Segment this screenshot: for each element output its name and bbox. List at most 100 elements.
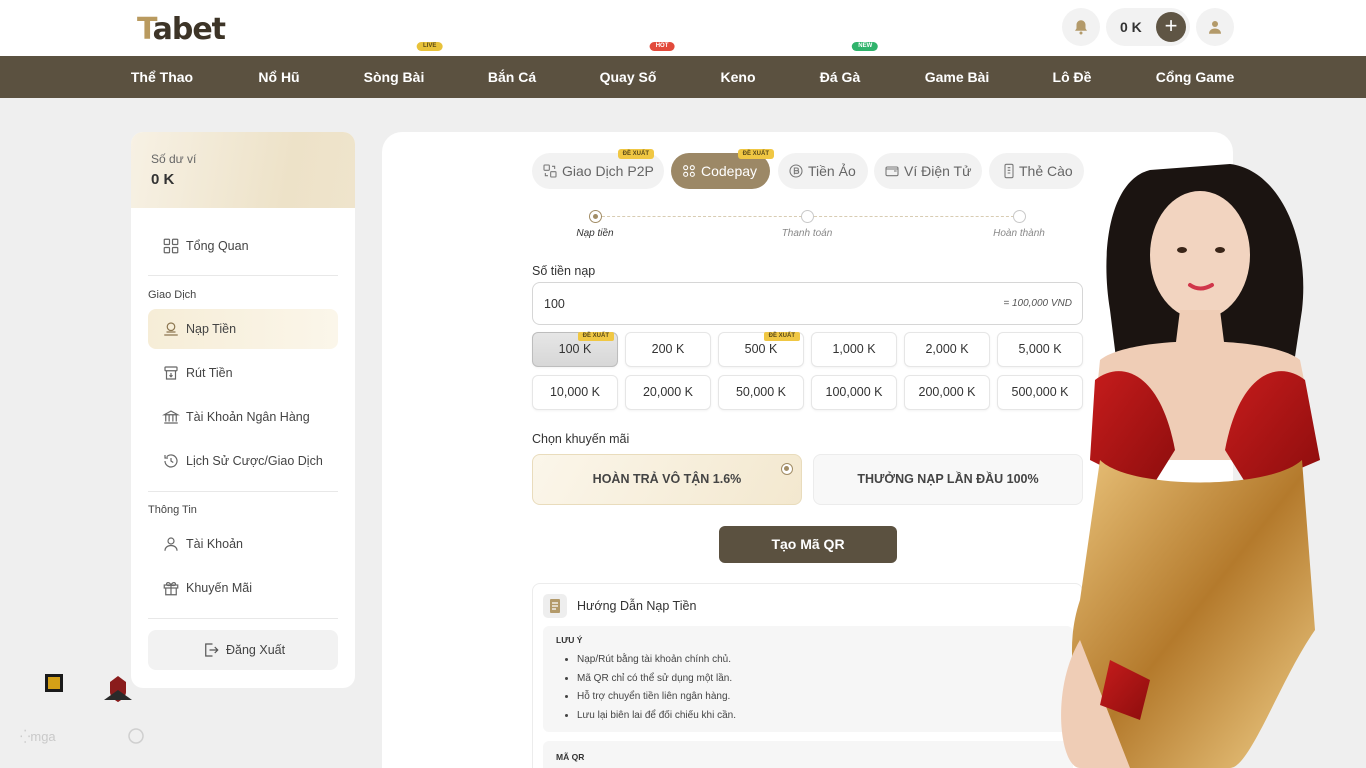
amount-chip[interactable]: 2,000 K [904,332,990,367]
divider [148,491,338,492]
main-nav: Thể Thao Nổ Hũ Sòng Bài LIVE Bắn Cá Quay … [0,42,1366,98]
sidebar-item-withdraw[interactable]: Rút Tiền [148,353,338,393]
nav-item-fishing[interactable]: Bắn Cá [488,56,536,98]
section-label-info: Thông Tin [148,504,197,516]
deposit-guide: Hướng Dẫn Nạp Tiền LƯU Ý Nạp/Rút bằng tà… [532,583,1083,768]
document-icon [543,594,567,618]
section-label-transactions: Giao Dịch [148,289,197,301]
amount-chip[interactable]: 1,000 K [811,332,897,367]
amount-value: 100 [544,297,565,311]
note-item: Nạp/Rút bằng tài khoản chính chủ. [577,654,736,673]
logout-icon [205,643,219,657]
wallet-balance-value: 0 K [151,171,175,188]
amount-label: Số tiền nạp [532,264,596,278]
amount-chip[interactable]: 20,000 K [625,375,711,410]
sidebar-item-promotions[interactable]: Khuyến Mãi [148,568,338,608]
live-badge: LIVE [416,42,443,51]
notes-box: LƯU Ý Nạp/Rút bằng tài khoản chính chủ. … [543,626,1073,732]
exchange-icon [543,164,557,178]
nav-item-lottery[interactable]: Quay Số HOT [600,42,675,98]
step-label-complete: Hoàn thành [993,228,1045,239]
divider [148,275,338,276]
step-connector [602,216,802,217]
nav-item-lode[interactable]: Lô Đề [1053,56,1092,98]
account-sidebar: Số dư ví 0 K Tổng Quan Giao Dịch Nạp Tiề… [131,132,355,688]
divider [148,618,338,619]
new-badge: NEW [852,42,879,51]
qr-section-title: MÃ QR [556,752,585,762]
step-dot-deposit [589,210,602,223]
step-label-payment: Thanh toán [781,228,833,239]
nav-item-keno[interactable]: Keno [721,56,756,98]
notifications-button[interactable] [1062,8,1100,46]
nav-item-game-portal[interactable]: Cổng Game [1156,56,1235,98]
nav-item-card-games[interactable]: Game Bài [925,56,990,98]
tab-codepay[interactable]: Codepay ĐỀ XUẤT [671,149,774,189]
recommended-badge: ĐỀ XUẤT [763,332,800,341]
step-connector [814,216,1014,217]
tab-crypto[interactable]: Tiền Ảo [778,153,868,189]
withdraw-icon [164,366,178,380]
gift-icon [163,582,179,596]
sidebar-item-overview[interactable]: Tổng Quan [148,226,338,266]
codepay-icon [683,165,695,177]
user-menu-button[interactable] [1196,8,1234,46]
note-item: Mã QR chỉ có thể sử dụng một lần. [577,673,736,692]
sidebar-item-account[interactable]: Tài Khoản [148,524,338,564]
guide-title: Hướng Dẫn Nạp Tiền [577,599,697,613]
create-qr-button[interactable]: Tạo Mã QR [719,526,897,563]
amount-chip[interactable]: 10,000 K [532,375,618,410]
history-icon [164,454,178,468]
qr-code-section: MÃ QR [543,741,1073,768]
logout-button[interactable]: Đăng Xuất [148,630,338,670]
promo-option-cashback[interactable]: HOÀN TRẢ VÔ TẬN 1.6% [532,454,802,505]
tab-p2p[interactable]: Giao Dịch P2P ĐỀ XUẤT [532,149,664,189]
plus-icon: + [1164,13,1178,38]
note-item: Hỗ trợ chuyển tiền liên ngân hàng. [577,691,736,710]
nav-item-casino[interactable]: Sòng Bài LIVE [364,42,443,98]
sidebar-item-bank-account[interactable]: Tài Khoản Ngân Hàng [148,397,338,437]
amount-chip[interactable]: 200 K [625,332,711,367]
amount-chip[interactable]: 200,000 K [904,375,990,410]
phone-card-icon [1004,163,1014,179]
grid-icon [163,238,179,254]
wallet-balance-pill: 0 K + [1106,8,1190,46]
license-badges: ⁛mga [20,674,144,744]
nav-item-cockfight[interactable]: Đá Gà NEW [820,42,879,98]
user-icon [164,537,178,551]
promo-label: Chọn khuyến mãi [532,432,630,446]
notes-title: LƯU Ý [556,635,583,645]
amount-chip[interactable]: 100 K ĐỀ XUẤT [532,332,618,367]
radio-selected-icon [781,463,793,475]
sidebar-item-deposit[interactable]: Nạp Tiền [148,309,338,349]
note-item: Lưu lại biên lai để đối chiếu khi cần. [577,710,736,729]
wallet-icon [885,166,899,177]
user-icon [1209,21,1221,34]
top-bar: Tabet 0 K + [0,0,1366,56]
amount-chip[interactable]: 100,000 K [811,375,897,410]
amount-input[interactable]: 100 = 100,000 VND [532,282,1083,325]
nav-item-slots[interactable]: Nổ Hũ [258,56,299,98]
brand-logo[interactable]: Tabet [137,12,226,47]
add-funds-button[interactable]: + [1156,12,1186,42]
hot-badge: HOT [649,42,675,51]
step-dot-payment [801,210,814,223]
bank-icon [162,410,180,424]
sidebar-item-history[interactable]: Lịch Sử Cược/Giao Dịch [148,441,338,481]
recommended-badge: ĐỀ XUẤT [737,149,774,159]
wallet-amount: 0 K [1120,19,1142,35]
bitcoin-icon [789,164,803,178]
tab-ewallet[interactable]: Ví Điện Tử [874,153,982,189]
amount-chip[interactable]: 50,000 K [718,375,804,410]
nav-item-sports[interactable]: Thể Thao [131,56,193,98]
bell-icon [1075,20,1087,35]
license-logos: ⁛mga [16,670,156,755]
svg-text:⁛mga: ⁛mga [20,729,56,744]
deposit-icon [164,322,178,336]
recommended-badge: ĐỀ XUẤT [617,149,654,159]
amount-chip[interactable]: 500 K ĐỀ XUẤT [718,332,804,367]
wallet-balance-card: Số dư ví 0 K [131,132,355,208]
promo-mascot-illustration [1061,164,1320,768]
step-label-deposit: Nạp tiền [576,228,614,239]
recommended-badge: ĐỀ XUẤT [577,332,614,341]
